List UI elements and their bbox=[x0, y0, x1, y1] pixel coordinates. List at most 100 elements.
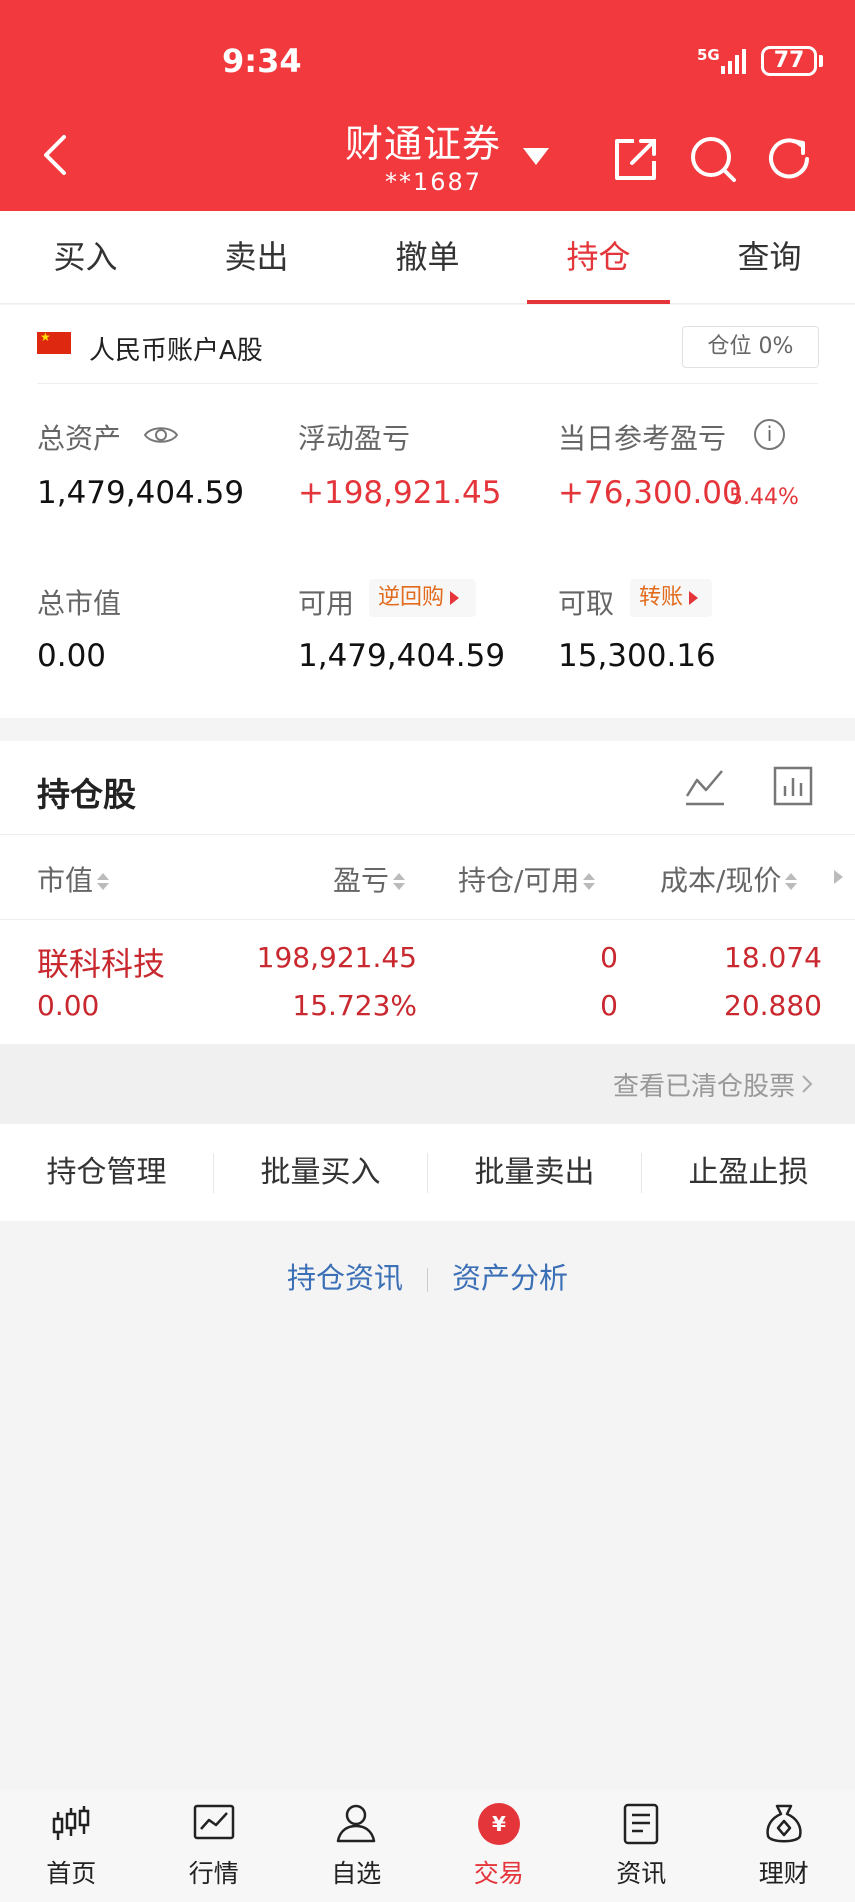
nav-market-label: 行情 bbox=[188, 1859, 239, 1888]
batch-sell-button[interactable]: 批量卖出 bbox=[428, 1152, 642, 1193]
nav-watchlist[interactable]: 自选 bbox=[285, 1790, 428, 1902]
sort-icon bbox=[583, 873, 596, 891]
withdrawable-label: 可取 bbox=[558, 587, 615, 620]
column-position[interactable]: 持仓/可用 bbox=[458, 859, 596, 899]
account-number: **1687 bbox=[385, 168, 483, 196]
total-assets-value: 1,479,404.59 bbox=[37, 475, 245, 511]
divider bbox=[0, 834, 855, 835]
column-cost-price-label: 成本/现价 bbox=[660, 864, 782, 897]
eye-icon[interactable] bbox=[143, 423, 179, 447]
tab-sell[interactable]: 卖出 bbox=[171, 211, 342, 303]
share-icon[interactable] bbox=[612, 137, 658, 183]
holdings-actions: 持仓管理 批量买入 批量卖出 止盈止损 bbox=[0, 1124, 855, 1221]
line-chart-icon[interactable] bbox=[684, 766, 726, 808]
cleared-stocks-link[interactable]: 查看已清仓股票 bbox=[613, 1066, 795, 1103]
money-bag-icon bbox=[766, 1804, 802, 1843]
info-links: 持仓资讯 资产分析 bbox=[0, 1255, 855, 1301]
tab-buy[interactable]: 买入 bbox=[0, 211, 171, 303]
broker-name[interactable]: 财通证券 bbox=[345, 113, 501, 168]
sort-icon bbox=[785, 873, 798, 891]
column-market-value-label: 市值 bbox=[37, 864, 94, 897]
stock-cost: 18.074 bbox=[724, 941, 822, 974]
divider bbox=[0, 919, 855, 920]
back-icon[interactable] bbox=[40, 134, 70, 176]
signal-icon bbox=[721, 49, 746, 74]
stock-name[interactable]: 联科科技 bbox=[37, 939, 165, 985]
reverse-repo-button[interactable]: 逆回购 bbox=[369, 579, 476, 617]
triangle-right-icon[interactable] bbox=[834, 870, 843, 884]
available-value: 1,479,404.59 bbox=[298, 638, 506, 674]
document-icon bbox=[624, 1803, 659, 1845]
triangle-right-icon bbox=[689, 591, 699, 605]
nav-watchlist-label: 自选 bbox=[331, 1859, 382, 1888]
daily-pl-percent: 5.44% bbox=[729, 485, 799, 510]
info-icon[interactable]: i bbox=[754, 419, 785, 450]
tab-cancel[interactable]: 撤单 bbox=[342, 211, 513, 303]
stock-market-value: 0.00 bbox=[37, 989, 100, 1022]
yuan-icon: ¥ bbox=[477, 1803, 520, 1845]
refresh-icon[interactable] bbox=[765, 134, 815, 184]
stock-pl: 198,921.45 bbox=[256, 941, 417, 974]
holdings-title: 持仓股 bbox=[37, 775, 136, 814]
battery-icon: 77 bbox=[761, 46, 817, 76]
holdings-news-link[interactable]: 持仓资讯 bbox=[287, 1261, 403, 1295]
nav-home[interactable]: 首页 bbox=[0, 1790, 143, 1902]
column-cost-price[interactable]: 成本/现价 bbox=[660, 859, 798, 899]
column-pl[interactable]: 盈亏 bbox=[333, 859, 406, 899]
nav-trade[interactable]: ¥ 交易 bbox=[428, 1790, 571, 1902]
nav-market[interactable]: 行情 bbox=[143, 1790, 286, 1902]
account-summary: 人民币账户A股 仓位 0% 总资产 1,479,404.59 浮动盈亏 +198… bbox=[0, 305, 855, 718]
svg-text:¥: ¥ bbox=[492, 1812, 506, 1836]
user-icon bbox=[337, 1804, 376, 1843]
search-icon[interactable] bbox=[688, 134, 738, 184]
reverse-repo-label: 逆回购 bbox=[378, 585, 445, 610]
stock-pl-percent: 15.723% bbox=[292, 989, 417, 1022]
chevron-right-icon[interactable] bbox=[801, 1074, 813, 1094]
daily-pl-label: 当日参考盈亏 bbox=[558, 422, 727, 455]
holdings-panel: 持仓股 市值 盈亏 持仓/可用 成本/现价 联科科技 0.00 198,921.… bbox=[0, 741, 855, 1044]
tab-holdings[interactable]: 持仓 bbox=[513, 211, 684, 304]
stock-position: 0 bbox=[600, 941, 618, 974]
stock-price: 20.880 bbox=[724, 989, 822, 1022]
available-label: 可用 bbox=[298, 587, 355, 620]
transfer-label: 转账 bbox=[639, 585, 684, 610]
sort-icon bbox=[97, 873, 110, 891]
chevron-down-icon[interactable] bbox=[523, 148, 549, 165]
nav-news[interactable]: 资讯 bbox=[570, 1790, 713, 1902]
floating-pl-label: 浮动盈亏 bbox=[298, 422, 411, 455]
manage-holdings-button[interactable]: 持仓管理 bbox=[0, 1152, 214, 1193]
column-position-label: 持仓/可用 bbox=[458, 864, 580, 897]
column-pl-label: 盈亏 bbox=[333, 864, 390, 897]
bottom-navigation: 首页 行情 自选 ¥ 交易 资讯 理财 bbox=[0, 1790, 855, 1902]
status-time: 9:34 bbox=[222, 42, 302, 80]
china-flag-icon bbox=[37, 330, 71, 354]
batch-buy-button[interactable]: 批量买入 bbox=[214, 1152, 428, 1193]
nav-wealth[interactable]: 理财 bbox=[713, 1790, 855, 1902]
triangle-right-icon bbox=[450, 591, 460, 605]
battery-tip bbox=[819, 55, 823, 67]
candlestick-icon bbox=[53, 1806, 90, 1840]
account-type: 人民币账户A股 bbox=[89, 336, 263, 366]
app-header: 9:34 5G 77 财通证券 **1687 bbox=[0, 0, 855, 211]
bar-chart-icon[interactable] bbox=[773, 766, 813, 806]
withdrawable-value: 15,300.16 bbox=[558, 638, 716, 674]
nav-home-label: 首页 bbox=[46, 1859, 97, 1888]
floating-pl-value: +198,921.45 bbox=[298, 475, 502, 511]
total-assets-label: 总资产 bbox=[37, 422, 122, 455]
divider bbox=[37, 383, 818, 384]
tab-query[interactable]: 查询 bbox=[684, 211, 855, 303]
trend-chart-icon bbox=[193, 1804, 234, 1840]
stop-loss-button[interactable]: 止盈止损 bbox=[642, 1153, 855, 1193]
daily-pl-value: +76,300.00 bbox=[558, 475, 742, 511]
asset-analysis-link[interactable]: 资产分析 bbox=[452, 1261, 568, 1295]
market-value-value: 0.00 bbox=[37, 638, 107, 674]
market-value-label: 总市值 bbox=[37, 587, 122, 620]
column-market-value[interactable]: 市值 bbox=[37, 859, 110, 899]
cleared-stocks-bar: 查看已清仓股票 bbox=[0, 1044, 855, 1124]
transfer-button[interactable]: 转账 bbox=[630, 579, 712, 617]
nav-wealth-label: 理财 bbox=[758, 1859, 809, 1888]
position-ratio-badge: 仓位 0% bbox=[682, 326, 819, 368]
divider bbox=[427, 1268, 428, 1292]
stock-available: 0 bbox=[600, 989, 618, 1022]
nav-trade-label: 交易 bbox=[473, 1859, 524, 1888]
